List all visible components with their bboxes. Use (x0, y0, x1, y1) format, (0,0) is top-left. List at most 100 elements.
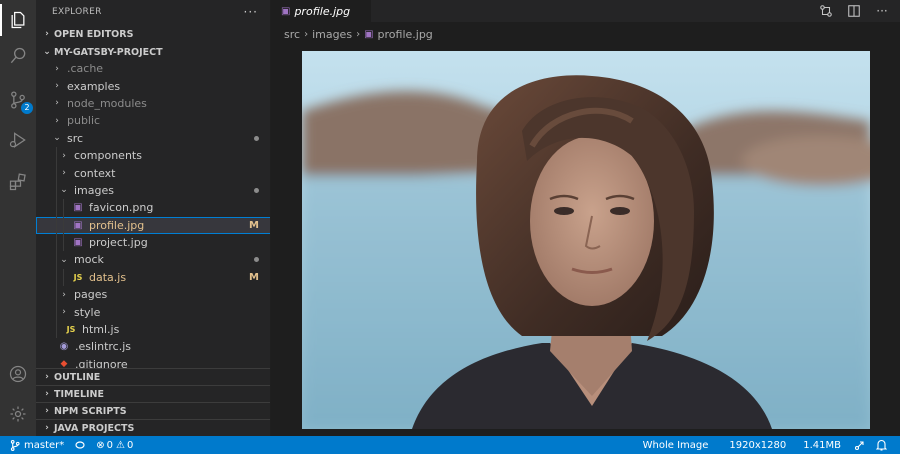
indent-guide (56, 320, 57, 339)
indent-guide (63, 216, 64, 234)
chevron-down-icon: ⌄ (60, 185, 68, 196)
tab-bar: ▣ profile.jpg ··· (271, 0, 900, 22)
breadcrumb: src › images › ▣ profile.jpg (271, 22, 900, 46)
section-label: TIMELINE (54, 388, 104, 400)
indent-guide (63, 268, 64, 287)
chevron-right-icon: › (62, 307, 66, 318)
tree-folder[interactable]: ⌄ src (36, 130, 270, 147)
chevron-right-icon: › (45, 389, 49, 399)
notifications-bell-icon[interactable] (871, 436, 892, 454)
chevron-right-icon: › (55, 115, 59, 126)
section-outline[interactable]: › OUTLINE (36, 368, 270, 385)
tree-file[interactable]: ▣ favicon.png (36, 199, 270, 217)
tree-item-label: profile.jpg (89, 218, 145, 232)
modified-dot-icon (254, 135, 259, 141)
git-status-badge: M (249, 219, 259, 231)
open-changes-icon[interactable] (818, 3, 834, 19)
indent-guide (56, 268, 57, 287)
tab-profile-jpg[interactable]: ▣ profile.jpg (271, 0, 371, 22)
problems-indicator[interactable]: ⊗ 0 ⚠ 0 (91, 436, 138, 454)
more-actions-icon[interactable]: ··· (244, 5, 258, 19)
account-icon[interactable] (6, 362, 30, 386)
split-editor-icon[interactable] (846, 3, 862, 19)
tree-item-label: project.jpg (89, 236, 148, 250)
branch-indicator[interactable]: master* (0, 436, 69, 454)
tree-folder[interactable]: › node_modules (36, 95, 270, 112)
tree-file[interactable]: ▣ profile.jpg M (36, 216, 270, 234)
search-icon[interactable] (6, 44, 30, 68)
extensions-icon[interactable] (6, 170, 30, 194)
chevron-right-icon: › (356, 28, 361, 40)
run-debug-icon[interactable] (6, 128, 30, 152)
tree-folder[interactable]: › components (36, 146, 270, 165)
tree-item-label: .cache (67, 62, 104, 76)
tree-item-label: components (74, 149, 142, 163)
status-bar: master* ⊗ 0 ⚠ 0 Whole Image 1920x1280 1.… (0, 436, 900, 454)
indent-guide (56, 286, 57, 304)
image-file-icon: ▣ (73, 219, 83, 231)
chevron-right-icon: › (55, 98, 59, 109)
tab-label: profile.jpg (294, 4, 351, 18)
tree-folder[interactable]: ⌄ mock (36, 251, 270, 269)
status-right: Whole Image 1920x1280 1.41MB (638, 436, 892, 454)
tree-file[interactable]: ◉ .eslintrc.js (36, 338, 270, 355)
breadcrumb-file[interactable]: profile.jpg (378, 28, 433, 41)
tree-folder[interactable]: › pages (36, 286, 270, 304)
tree-item-label: favicon.png (89, 201, 154, 215)
explorer-icon[interactable] (0, 4, 30, 36)
tree-folder[interactable]: › .cache (36, 60, 270, 77)
tree-folder[interactable]: ⌄ images (36, 181, 270, 200)
chevron-down-icon: ⌄ (60, 254, 68, 265)
tree-file[interactable]: JS html.js (36, 320, 270, 339)
open-editors-section[interactable]: › OPEN EDITORS (36, 25, 270, 43)
chevron-right-icon: › (62, 150, 66, 161)
settings-gear-icon[interactable] (6, 402, 30, 426)
editor-area: ▣ profile.jpg ··· src › images › ▣ profi… (271, 0, 900, 436)
chevron-right-icon: › (45, 29, 49, 39)
image-dimensions: 1920x1280 (729, 439, 787, 451)
breadcrumb-images[interactable]: images (312, 28, 352, 41)
section-java-projects[interactable]: › JAVA PROJECTS (36, 419, 270, 436)
indent-guide (56, 164, 57, 182)
tree-item-label: .eslintrc.js (75, 340, 132, 354)
image-preview[interactable] (302, 51, 870, 429)
more-editor-actions-icon[interactable]: ··· (874, 3, 890, 19)
javascript-file-icon: JS (66, 325, 76, 335)
tree-item-label: pages (74, 288, 108, 302)
chevron-right-icon: › (45, 372, 49, 382)
git-branch-icon (10, 439, 20, 451)
explorer-sidebar: EXPLORER ··· › OPEN EDITORS ⌄ MY-GATSBY-… (36, 0, 271, 436)
image-file-icon: ▣ (281, 5, 291, 17)
image-file-icon: ▣ (73, 202, 83, 214)
section-label: JAVA PROJECTS (54, 422, 135, 434)
tree-folder[interactable]: › public (36, 112, 270, 129)
project-section[interactable]: ⌄ MY-GATSBY-PROJECT (36, 43, 270, 61)
live-share-icon[interactable] (849, 436, 871, 454)
modified-dot-icon (254, 187, 259, 193)
source-control-icon[interactable]: 2 (6, 88, 33, 114)
chevron-down-icon: ⌄ (53, 133, 61, 144)
indent-guide (56, 303, 57, 321)
tree-folder[interactable]: › examples (36, 77, 270, 94)
warning-count: 0 (127, 439, 134, 451)
tree-file[interactable]: JS data.js M (36, 268, 270, 287)
section-timeline[interactable]: › TIMELINE (36, 385, 270, 402)
chevron-down-icon: ⌄ (43, 47, 51, 57)
tree-item-label: data.js (89, 270, 127, 284)
sync-icon[interactable] (69, 436, 91, 454)
indent-guide (56, 146, 57, 165)
indent-guide (56, 233, 57, 252)
explorer-title: EXPLORER (52, 7, 102, 17)
tree-item-label: src (67, 131, 84, 145)
tree-folder[interactable]: › style (36, 303, 270, 321)
tree-item-label: style (74, 305, 101, 319)
tree-folder[interactable]: › context (36, 164, 270, 182)
indent-guide (56, 181, 57, 200)
chevron-right-icon: › (55, 63, 59, 74)
section-label: OUTLINE (54, 371, 101, 383)
section-npm-scripts[interactable]: › NPM SCRIPTS (36, 402, 270, 419)
breadcrumb-src[interactable]: src (284, 28, 300, 41)
zoom-mode[interactable]: Whole Image (638, 436, 725, 454)
image-file-size: 1.41MB (803, 439, 841, 451)
tree-file[interactable]: ▣ project.jpg (36, 233, 270, 252)
